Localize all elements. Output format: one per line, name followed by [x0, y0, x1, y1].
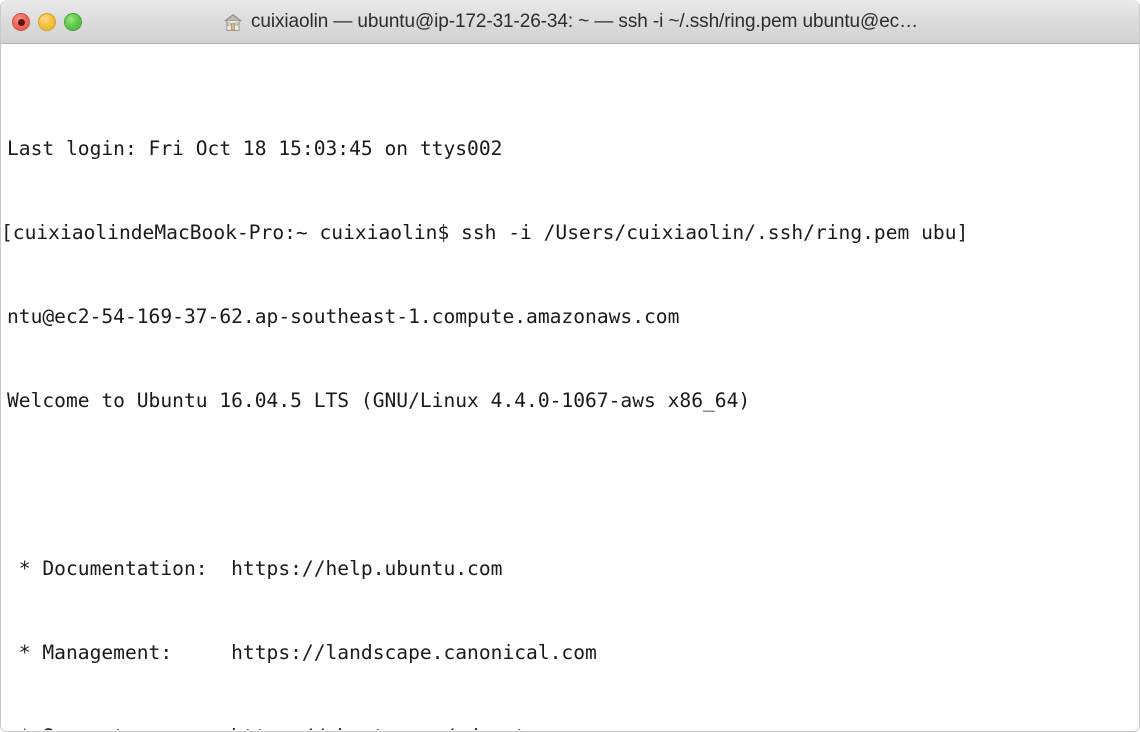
terminal-screen[interactable]: Last login: Fri Oct 18 15:03:45 on ttys0… [1, 44, 1139, 730]
terminal-line: * Documentation: https://help.ubuntu.com [7, 557, 503, 580]
window-title: cuixiaolin — ubuntu@ip-172-31-26-34: ~ —… [251, 11, 918, 32]
home-icon [224, 13, 242, 31]
maximize-button[interactable] [64, 13, 82, 31]
terminal-line: Welcome to Ubuntu 16.04.5 LTS (GNU/Linux… [7, 389, 751, 412]
terminal-line: ntu@ec2-54-169-37-62.ap-southeast-1.comp… [7, 305, 680, 328]
title-bar[interactable]: cuixiaolin — ubuntu@ip-172-31-26-34: ~ —… [1, 0, 1139, 44]
terminal-line: Last login: Fri Oct 18 15:03:45 on ttys0… [7, 137, 503, 160]
minimize-button[interactable] [38, 13, 56, 31]
terminal-output: Last login: Fri Oct 18 15:03:45 on ttys0… [1, 51, 1139, 730]
terminal-line: * Support: https://ubuntu.com/advantage [7, 723, 1139, 730]
terminal-window: cuixiaolin — ubuntu@ip-172-31-26-34: ~ —… [0, 0, 1140, 732]
terminal-line: * Management: https://landscape.canonica… [7, 641, 597, 664]
terminal-line: [cuixiaolindeMacBook-Pro:~ cuixiaolin$ s… [1, 221, 969, 244]
close-button[interactable] [12, 13, 30, 31]
title-bar-center: cuixiaolin — ubuntu@ip-172-31-26-34: ~ —… [1, 1, 1139, 43]
window-controls [1, 13, 82, 31]
